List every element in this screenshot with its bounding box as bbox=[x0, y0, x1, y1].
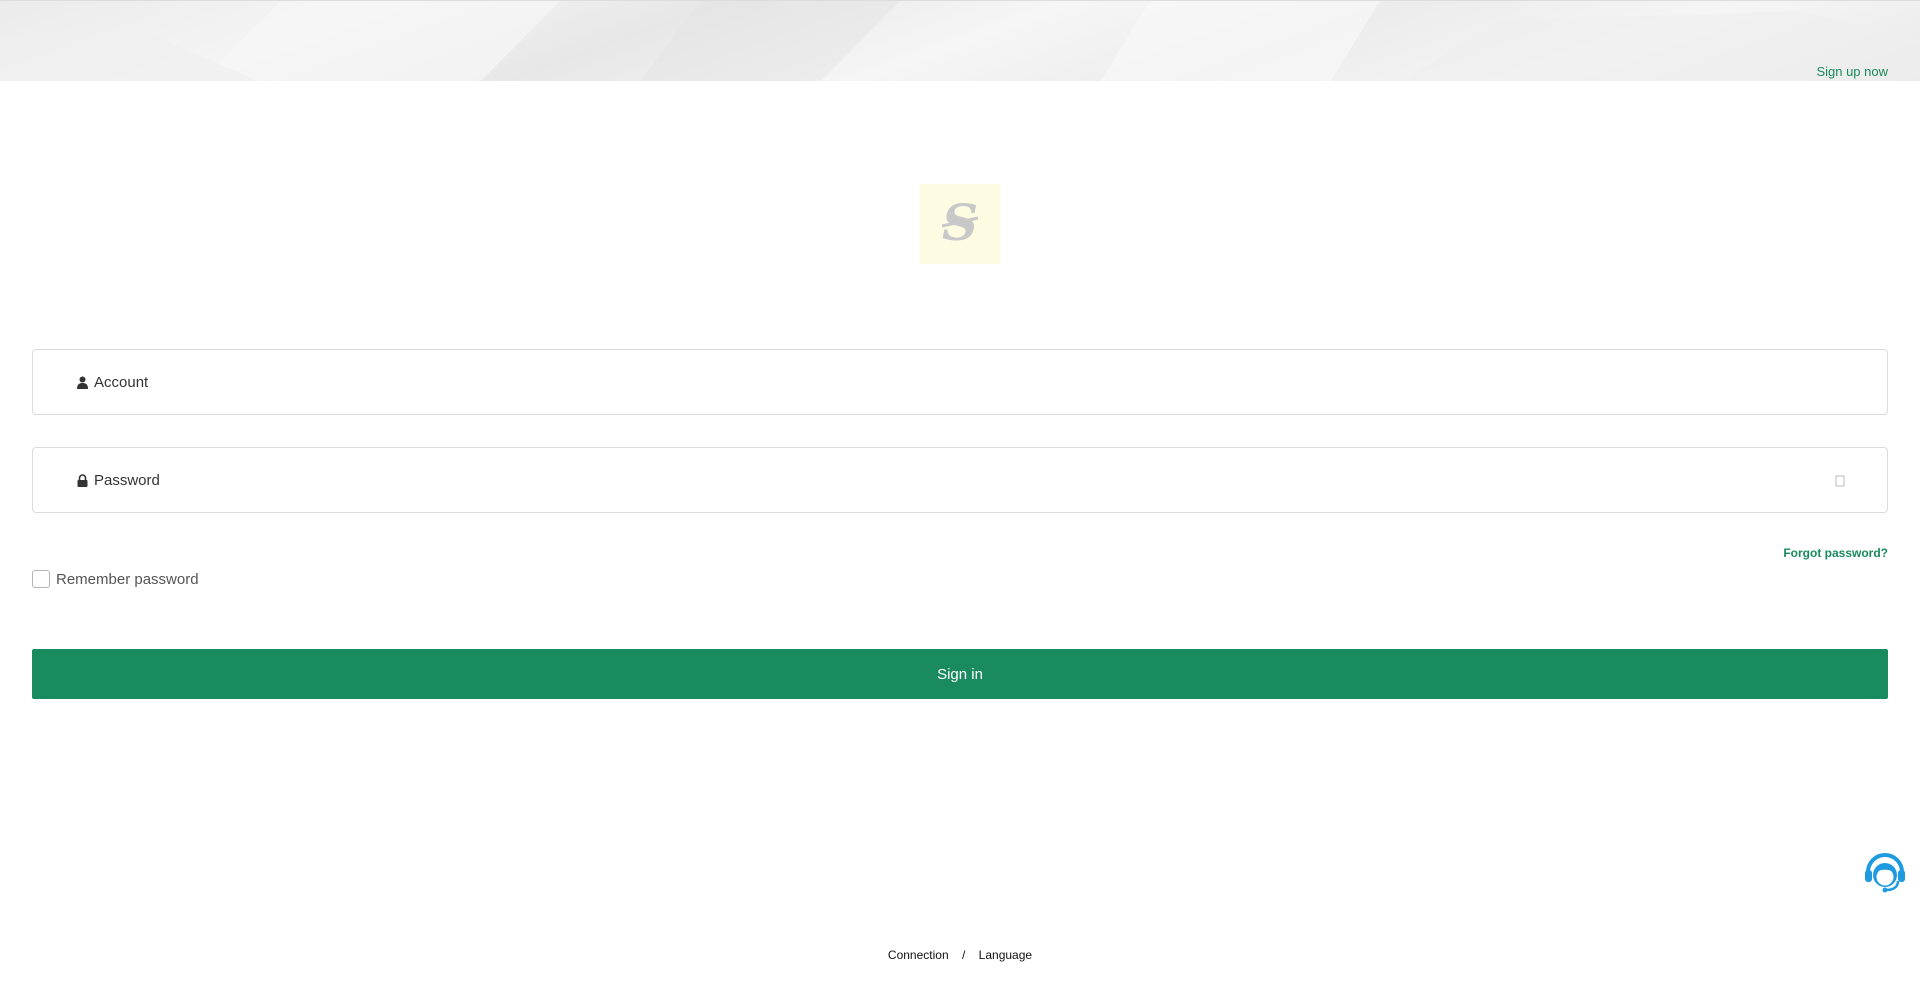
remember-password-label: Remember password bbox=[56, 570, 199, 588]
user-icon bbox=[75, 374, 89, 390]
forgot-password-link[interactable]: Forgot password? bbox=[1783, 546, 1888, 560]
header-background-pattern bbox=[0, 1, 1920, 81]
account-input[interactable] bbox=[94, 350, 1887, 414]
password-input[interactable] bbox=[94, 448, 1887, 512]
site-logo: S bbox=[920, 184, 1000, 264]
checkbox-box[interactable] bbox=[32, 570, 50, 588]
account-field[interactable] bbox=[32, 349, 1888, 415]
lock-icon bbox=[75, 472, 89, 488]
customer-service-icon[interactable] bbox=[1862, 850, 1908, 896]
sign-up-link[interactable]: Sign up now bbox=[1816, 64, 1888, 79]
footer: Connection / Language bbox=[0, 948, 1920, 962]
header-banner: Sign up now bbox=[0, 0, 1920, 81]
connection-link[interactable]: Connection bbox=[888, 948, 949, 962]
sign-in-button[interactable]: Sign in bbox=[32, 649, 1888, 699]
login-page: Sign up now S Forgot pa bbox=[0, 0, 1920, 993]
s-logo-icon: S bbox=[941, 196, 979, 252]
language-link[interactable]: Language bbox=[979, 948, 1032, 962]
password-field[interactable] bbox=[32, 447, 1888, 513]
eye-icon[interactable] bbox=[1831, 472, 1849, 490]
footer-separator: / bbox=[961, 948, 966, 962]
remember-password-checkbox[interactable]: Remember password bbox=[32, 570, 199, 588]
